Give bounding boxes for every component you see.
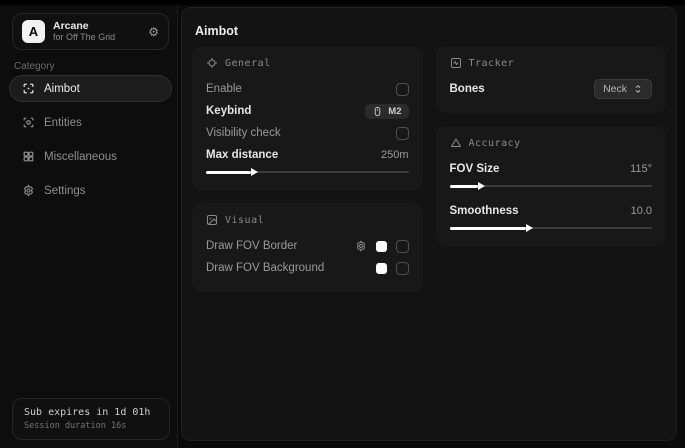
panel-title: Tracker [469, 58, 515, 69]
slider-fill [206, 171, 251, 174]
draw-fov-border-row: Draw FOV Border [206, 235, 409, 257]
smoothness-row: Smoothness 10.0 [450, 200, 653, 222]
sidebar-item-aimbot[interactable]: Aimbot [9, 75, 172, 102]
bones-row: Bones Neck [450, 78, 653, 100]
keybind-row: Keybind M2 [206, 100, 409, 122]
fov-background-color-swatch[interactable] [376, 263, 387, 274]
bones-label: Bones [450, 83, 485, 95]
panel-title: General [225, 58, 271, 69]
fov-border-color-swatch[interactable] [376, 241, 387, 252]
sidebar: A Arcane for Off The Grid ⚙ Category Aim… [0, 5, 178, 448]
max-distance-row: Max distance 250m [206, 144, 409, 166]
sub-expires-text: Sub expires in 1d 01h [24, 407, 158, 418]
keybind-label: Keybind [206, 105, 251, 117]
sidebar-item-label: Miscellaneous [44, 151, 117, 163]
panel-title: Accuracy [469, 138, 521, 149]
crosshair-icon [22, 82, 35, 95]
enable-row: Enable [206, 78, 409, 100]
draw-fov-background-label: Draw FOV Background [206, 262, 324, 274]
smoothness-slider[interactable] [450, 224, 653, 233]
gear-icon [22, 184, 35, 197]
fov-size-label: FOV Size [450, 163, 500, 175]
enable-checkbox[interactable] [396, 83, 409, 96]
visibility-check-checkbox[interactable] [396, 127, 409, 140]
tracker-panel: Tracker Bones Neck [436, 46, 667, 113]
sidebar-item-settings[interactable]: Settings [9, 177, 172, 204]
max-distance-value: 250m [381, 149, 409, 161]
sidebar-item-entities[interactable]: Entities [9, 109, 172, 136]
general-panel: General Enable Keybind M2 [192, 46, 423, 190]
max-distance-label: Max distance [206, 149, 278, 161]
keybind-value: M2 [388, 106, 401, 117]
triangle-icon [450, 137, 462, 149]
bones-select[interactable]: Neck [594, 79, 652, 99]
bones-selected-value: Neck [603, 83, 627, 95]
subscription-card: Sub expires in 1d 01h Session duration 1… [12, 398, 170, 440]
fov-size-slider[interactable] [450, 182, 653, 191]
visibility-check-row: Visibility check [206, 122, 409, 144]
slider-thumb[interactable] [526, 224, 533, 232]
chevrons-up-down-icon [633, 84, 643, 94]
crosshair-icon [206, 57, 218, 69]
session-duration-text: Session duration 16s [24, 421, 158, 431]
draw-fov-border-checkbox[interactable] [396, 240, 409, 253]
sidebar-item-label: Entities [44, 117, 82, 129]
image-icon [206, 214, 218, 226]
fov-border-settings-gear-icon[interactable] [355, 240, 367, 252]
scan-icon [22, 116, 35, 129]
smoothness-value: 10.0 [631, 205, 652, 217]
enable-label: Enable [206, 83, 242, 95]
grid-icon [22, 150, 35, 163]
app-logo-card: A Arcane for Off The Grid ⚙ [12, 13, 169, 50]
sidebar-nav: Aimbot Entities Miscellaneous [9, 75, 172, 204]
app-subtitle: for Off The Grid [53, 32, 140, 42]
accuracy-panel: Accuracy FOV Size 115° Smoothness 10.0 [436, 126, 667, 246]
fov-size-value: 115° [630, 163, 652, 175]
app-settings-gear-icon[interactable]: ⚙ [148, 25, 159, 39]
draw-fov-border-label: Draw FOV Border [206, 240, 297, 252]
mouse-icon [372, 106, 383, 117]
draw-fov-background-checkbox[interactable] [396, 262, 409, 275]
keybind-badge[interactable]: M2 [365, 104, 408, 119]
max-distance-slider[interactable] [206, 168, 409, 177]
main-panel: Aimbot General Enable [181, 7, 677, 441]
sidebar-item-miscellaneous[interactable]: Miscellaneous [9, 143, 172, 170]
fov-size-row: FOV Size 115° [450, 158, 653, 180]
app-logo: A [22, 20, 45, 43]
category-label: Category [14, 61, 55, 72]
app-name: Arcane [53, 20, 140, 32]
sidebar-item-label: Aimbot [44, 83, 80, 95]
visibility-check-label: Visibility check [206, 127, 281, 139]
visual-panel: Visual Draw FOV Border [192, 203, 423, 292]
panel-title: Visual [225, 215, 264, 226]
slider-fill [450, 185, 478, 188]
slider-thumb[interactable] [251, 168, 258, 176]
smoothness-label: Smoothness [450, 205, 519, 217]
sidebar-item-label: Settings [44, 185, 86, 197]
page-title: Aimbot [195, 24, 238, 38]
slider-fill [450, 227, 527, 230]
slider-thumb[interactable] [478, 182, 485, 190]
activity-icon [450, 57, 462, 69]
draw-fov-background-row: Draw FOV Background [206, 257, 409, 279]
